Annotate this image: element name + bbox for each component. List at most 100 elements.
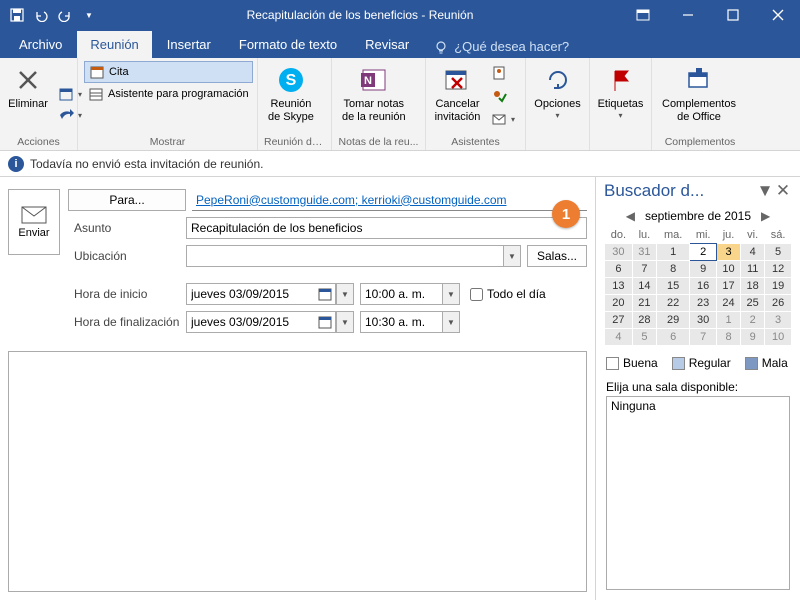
ubicacion-input[interactable] (186, 245, 503, 267)
cal-dow: mi. (690, 227, 717, 244)
prev-month-button[interactable]: ◀ (622, 209, 639, 223)
cal-day[interactable]: 9 (741, 329, 765, 346)
complementos-office-button[interactable]: Complementos de Office (658, 61, 740, 126)
cal-day[interactable]: 24 (717, 295, 741, 312)
cal-day[interactable]: 19 (765, 278, 792, 295)
qat-customize-button[interactable]: ▼ (78, 4, 100, 26)
tab-formato-texto[interactable]: Formato de texto (226, 31, 350, 58)
cal-day[interactable]: 17 (717, 278, 741, 295)
cal-day[interactable]: 1 (656, 244, 689, 261)
end-date-picker-button[interactable] (314, 311, 336, 333)
cal-day[interactable]: 16 (690, 278, 717, 295)
skype-meeting-button[interactable]: S Reunión de Skype (264, 61, 318, 126)
pane-close-button[interactable]: ✕ (774, 181, 792, 201)
room-list-item-none[interactable]: Ninguna (611, 399, 785, 413)
cal-day[interactable]: 2 (690, 244, 717, 261)
end-date-dropdown-button[interactable]: ▼ (336, 311, 354, 333)
cal-day[interactable]: 4 (741, 244, 765, 261)
cal-day[interactable]: 31 (632, 244, 656, 261)
undo-button[interactable] (30, 4, 52, 26)
tell-me-search[interactable]: ¿Qué desea hacer? (424, 35, 579, 58)
start-time-dropdown-button[interactable]: ▼ (442, 283, 460, 305)
ubicacion-dropdown-button[interactable]: ▼ (503, 245, 521, 267)
cal-day[interactable]: 30 (690, 312, 717, 329)
cal-day[interactable]: 10 (765, 329, 792, 346)
group-label-notas: Notas de la reu... (338, 136, 419, 150)
asunto-input[interactable] (186, 217, 587, 239)
start-date-dropdown-button[interactable]: ▼ (336, 283, 354, 305)
cal-day[interactable]: 14 (632, 278, 656, 295)
onenote-meeting-button[interactable]: N Tomar notas de la reunión (338, 61, 410, 126)
next-month-button[interactable]: ▶ (757, 209, 774, 223)
cal-day[interactable]: 6 (605, 261, 633, 278)
cal-day[interactable]: 26 (765, 295, 792, 312)
etiquetas-button[interactable]: Etiquetas ▾ (596, 61, 645, 123)
hora-inicio-label: Hora de inicio (68, 287, 186, 301)
calendar-icon (318, 315, 332, 329)
end-time-input[interactable] (360, 311, 442, 333)
address-book-button[interactable] (487, 63, 519, 83)
cal-day[interactable]: 22 (656, 295, 689, 312)
cal-day[interactable]: 13 (605, 278, 633, 295)
tab-revisar[interactable]: Revisar (352, 31, 422, 58)
start-date-picker-button[interactable] (314, 283, 336, 305)
cal-day[interactable]: 7 (690, 329, 717, 346)
cal-day[interactable]: 3 (765, 312, 792, 329)
tab-archivo[interactable]: Archivo (6, 31, 75, 58)
cal-day[interactable]: 10 (717, 261, 741, 278)
cal-day[interactable]: 20 (605, 295, 633, 312)
cal-day[interactable]: 6 (656, 329, 689, 346)
cal-day[interactable]: 9 (690, 261, 717, 278)
cal-day[interactable]: 23 (690, 295, 717, 312)
cal-day[interactable]: 4 (605, 329, 633, 346)
save-button[interactable] (6, 4, 28, 26)
meeting-body-editor[interactable] (8, 351, 587, 592)
opciones-button[interactable]: Opciones ▾ (532, 61, 583, 123)
cal-day[interactable]: 25 (741, 295, 765, 312)
end-date-input[interactable] (186, 311, 314, 333)
cal-day[interactable]: 30 (605, 244, 633, 261)
check-names-button[interactable] (487, 86, 519, 106)
legend-swatch-fair (672, 357, 685, 370)
redo-button[interactable] (54, 4, 76, 26)
cal-day[interactable]: 3 (717, 244, 741, 261)
cal-day[interactable]: 29 (656, 312, 689, 329)
cal-day[interactable]: 5 (765, 244, 792, 261)
cal-day[interactable]: 28 (632, 312, 656, 329)
send-button[interactable]: Enviar (8, 189, 60, 255)
eliminar-button[interactable]: Eliminar (6, 61, 50, 114)
cal-day[interactable]: 27 (605, 312, 633, 329)
close-button[interactable] (755, 0, 800, 30)
pane-options-button[interactable]: ▼ (756, 181, 774, 201)
ribbon-display-options-button[interactable] (620, 0, 665, 30)
flag-icon (605, 64, 637, 96)
all-day-checkbox[interactable]: Todo el día (470, 287, 546, 301)
para-input[interactable] (192, 189, 587, 211)
cal-day[interactable]: 21 (632, 295, 656, 312)
start-time-input[interactable] (360, 283, 442, 305)
maximize-button[interactable] (710, 0, 755, 30)
tab-reunion[interactable]: Reunión (77, 31, 151, 58)
cancelar-invitacion-button[interactable]: Cancelar invitación (432, 61, 483, 126)
start-date-input[interactable] (186, 283, 314, 305)
cal-day[interactable]: 8 (656, 261, 689, 278)
cal-day[interactable]: 2 (741, 312, 765, 329)
cal-day[interactable]: 15 (656, 278, 689, 295)
calendar-nav: ◀ septiembre de 2015 ▶ (596, 205, 800, 227)
cal-day[interactable]: 8 (717, 329, 741, 346)
cal-day[interactable]: 11 (741, 261, 765, 278)
cal-day[interactable]: 7 (632, 261, 656, 278)
end-time-dropdown-button[interactable]: ▼ (442, 311, 460, 333)
cal-day[interactable]: 1 (717, 312, 741, 329)
room-list[interactable]: Ninguna (606, 396, 790, 590)
cal-day[interactable]: 12 (765, 261, 792, 278)
cal-day[interactable]: 18 (741, 278, 765, 295)
cita-button[interactable]: Cita (84, 61, 253, 83)
para-button[interactable]: Para... (68, 189, 186, 211)
response-options-button[interactable]: ▾ (487, 109, 519, 129)
cal-day[interactable]: 5 (632, 329, 656, 346)
minimize-button[interactable] (665, 0, 710, 30)
tab-insertar[interactable]: Insertar (154, 31, 224, 58)
asistente-programacion-button[interactable]: Asistente para programación (84, 84, 253, 104)
salas-button[interactable]: Salas... (527, 245, 587, 267)
